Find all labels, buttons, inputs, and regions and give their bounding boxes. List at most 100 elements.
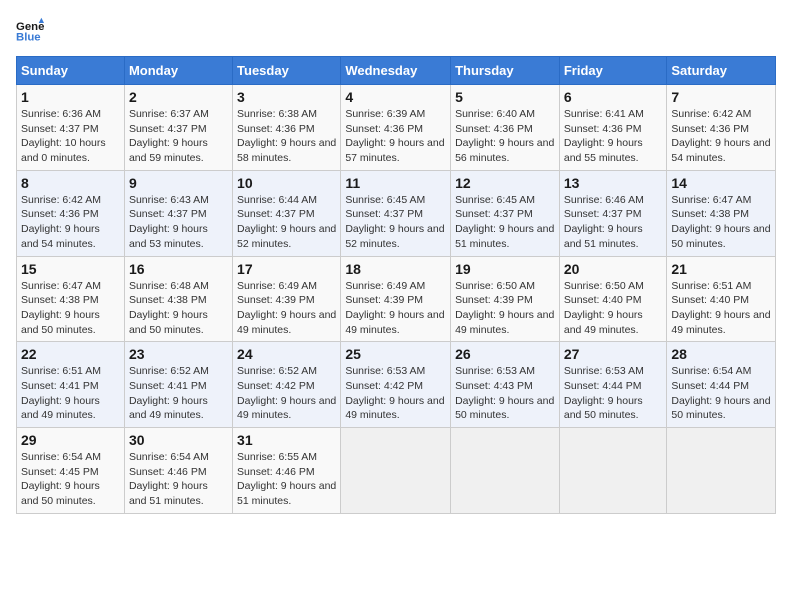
sunrise-label: Sunrise: 6:50 AM — [564, 280, 644, 292]
sunrise-label: Sunrise: 6:49 AM — [345, 280, 425, 292]
day-info: Sunrise: 6:50 AM Sunset: 4:39 PM Dayligh… — [455, 279, 555, 338]
sunrise-label: Sunrise: 6:39 AM — [345, 108, 425, 120]
sunrise-label: Sunrise: 6:55 AM — [237, 451, 317, 463]
daylight-label: Daylight: 9 hours and 56 minutes. — [455, 137, 554, 164]
column-header-thursday: Thursday — [451, 57, 560, 85]
day-info: Sunrise: 6:49 AM Sunset: 4:39 PM Dayligh… — [237, 279, 336, 338]
daylight-label: Daylight: 9 hours and 52 minutes. — [345, 223, 444, 250]
day-number: 1 — [21, 89, 120, 105]
daylight-label: Daylight: 9 hours and 55 minutes. — [564, 137, 643, 164]
sunrise-label: Sunrise: 6:51 AM — [671, 280, 751, 292]
sunset-label: Sunset: 4:42 PM — [345, 380, 423, 392]
day-info: Sunrise: 6:54 AM Sunset: 4:45 PM Dayligh… — [21, 450, 120, 509]
sunrise-label: Sunrise: 6:44 AM — [237, 194, 317, 206]
day-info: Sunrise: 6:54 AM Sunset: 4:44 PM Dayligh… — [671, 364, 771, 423]
daylight-label: Daylight: 9 hours and 49 minutes. — [129, 395, 208, 422]
sunset-label: Sunset: 4:37 PM — [345, 208, 423, 220]
header: General Blue — [16, 16, 776, 44]
sunrise-label: Sunrise: 6:54 AM — [21, 451, 101, 463]
day-info: Sunrise: 6:52 AM Sunset: 4:42 PM Dayligh… — [237, 364, 336, 423]
day-number: 15 — [21, 261, 120, 277]
week-row-1: 1 Sunrise: 6:36 AM Sunset: 4:37 PM Dayli… — [17, 85, 776, 171]
day-number: 22 — [21, 346, 120, 362]
sunset-label: Sunset: 4:43 PM — [455, 380, 533, 392]
day-cell: 31 Sunrise: 6:55 AM Sunset: 4:46 PM Dayl… — [233, 428, 341, 514]
day-number: 26 — [455, 346, 555, 362]
day-info: Sunrise: 6:49 AM Sunset: 4:39 PM Dayligh… — [345, 279, 446, 338]
sunset-label: Sunset: 4:40 PM — [671, 294, 749, 306]
sunset-label: Sunset: 4:37 PM — [129, 208, 207, 220]
day-cell: 13 Sunrise: 6:46 AM Sunset: 4:37 PM Dayl… — [559, 170, 667, 256]
week-row-3: 15 Sunrise: 6:47 AM Sunset: 4:38 PM Dayl… — [17, 256, 776, 342]
day-number: 29 — [21, 432, 120, 448]
day-cell: 21 Sunrise: 6:51 AM Sunset: 4:40 PM Dayl… — [667, 256, 776, 342]
day-info: Sunrise: 6:47 AM Sunset: 4:38 PM Dayligh… — [671, 193, 771, 252]
daylight-label: Daylight: 9 hours and 50 minutes. — [21, 309, 100, 336]
sunset-label: Sunset: 4:36 PM — [237, 123, 315, 135]
column-header-monday: Monday — [124, 57, 232, 85]
sunrise-label: Sunrise: 6:53 AM — [455, 365, 535, 377]
sunrise-label: Sunrise: 6:45 AM — [345, 194, 425, 206]
day-number: 19 — [455, 261, 555, 277]
day-number: 28 — [671, 346, 771, 362]
day-cell: 7 Sunrise: 6:42 AM Sunset: 4:36 PM Dayli… — [667, 85, 776, 171]
daylight-label: Daylight: 9 hours and 51 minutes. — [564, 223, 643, 250]
day-info: Sunrise: 6:48 AM Sunset: 4:38 PM Dayligh… — [129, 279, 228, 338]
day-info: Sunrise: 6:42 AM Sunset: 4:36 PM Dayligh… — [21, 193, 120, 252]
sunset-label: Sunset: 4:44 PM — [671, 380, 749, 392]
day-cell: 8 Sunrise: 6:42 AM Sunset: 4:36 PM Dayli… — [17, 170, 125, 256]
day-info: Sunrise: 6:39 AM Sunset: 4:36 PM Dayligh… — [345, 107, 446, 166]
sunrise-label: Sunrise: 6:47 AM — [21, 280, 101, 292]
day-cell: 24 Sunrise: 6:52 AM Sunset: 4:42 PM Dayl… — [233, 342, 341, 428]
day-info: Sunrise: 6:51 AM Sunset: 4:41 PM Dayligh… — [21, 364, 120, 423]
day-number: 9 — [129, 175, 228, 191]
sunrise-label: Sunrise: 6:46 AM — [564, 194, 644, 206]
daylight-label: Daylight: 9 hours and 49 minutes. — [455, 309, 554, 336]
calendar-body: 1 Sunrise: 6:36 AM Sunset: 4:37 PM Dayli… — [17, 85, 776, 514]
sunrise-label: Sunrise: 6:52 AM — [129, 365, 209, 377]
day-number: 17 — [237, 261, 336, 277]
sunset-label: Sunset: 4:46 PM — [237, 466, 315, 478]
day-number: 4 — [345, 89, 446, 105]
sunset-label: Sunset: 4:36 PM — [21, 208, 99, 220]
daylight-label: Daylight: 9 hours and 54 minutes. — [671, 137, 770, 164]
day-cell: 20 Sunrise: 6:50 AM Sunset: 4:40 PM Dayl… — [559, 256, 667, 342]
sunset-label: Sunset: 4:39 PM — [237, 294, 315, 306]
sunset-label: Sunset: 4:39 PM — [455, 294, 533, 306]
day-cell — [559, 428, 667, 514]
daylight-label: Daylight: 9 hours and 49 minutes. — [671, 309, 770, 336]
day-cell: 30 Sunrise: 6:54 AM Sunset: 4:46 PM Dayl… — [124, 428, 232, 514]
sunset-label: Sunset: 4:38 PM — [129, 294, 207, 306]
sunrise-label: Sunrise: 6:51 AM — [21, 365, 101, 377]
day-info: Sunrise: 6:50 AM Sunset: 4:40 PM Dayligh… — [564, 279, 663, 338]
day-number: 13 — [564, 175, 663, 191]
day-cell: 29 Sunrise: 6:54 AM Sunset: 4:45 PM Dayl… — [17, 428, 125, 514]
week-row-4: 22 Sunrise: 6:51 AM Sunset: 4:41 PM Dayl… — [17, 342, 776, 428]
daylight-label: Daylight: 9 hours and 52 minutes. — [237, 223, 336, 250]
daylight-label: Daylight: 9 hours and 49 minutes. — [564, 309, 643, 336]
sunrise-label: Sunrise: 6:50 AM — [455, 280, 535, 292]
column-header-sunday: Sunday — [17, 57, 125, 85]
day-number: 30 — [129, 432, 228, 448]
sunset-label: Sunset: 4:42 PM — [237, 380, 315, 392]
sunset-label: Sunset: 4:37 PM — [21, 123, 99, 135]
day-cell — [667, 428, 776, 514]
sunset-label: Sunset: 4:46 PM — [129, 466, 207, 478]
day-number: 25 — [345, 346, 446, 362]
sunset-label: Sunset: 4:39 PM — [345, 294, 423, 306]
week-row-2: 8 Sunrise: 6:42 AM Sunset: 4:36 PM Dayli… — [17, 170, 776, 256]
sunset-label: Sunset: 4:37 PM — [129, 123, 207, 135]
day-number: 27 — [564, 346, 663, 362]
daylight-label: Daylight: 9 hours and 51 minutes. — [455, 223, 554, 250]
sunset-label: Sunset: 4:45 PM — [21, 466, 99, 478]
daylight-label: Daylight: 9 hours and 58 minutes. — [237, 137, 336, 164]
day-info: Sunrise: 6:40 AM Sunset: 4:36 PM Dayligh… — [455, 107, 555, 166]
calendar-table: SundayMondayTuesdayWednesdayThursdayFrid… — [16, 56, 776, 514]
day-number: 12 — [455, 175, 555, 191]
sunrise-label: Sunrise: 6:54 AM — [671, 365, 751, 377]
sunset-label: Sunset: 4:41 PM — [21, 380, 99, 392]
sunrise-label: Sunrise: 6:43 AM — [129, 194, 209, 206]
sunrise-label: Sunrise: 6:37 AM — [129, 108, 209, 120]
day-cell: 4 Sunrise: 6:39 AM Sunset: 4:36 PM Dayli… — [341, 85, 451, 171]
day-cell — [451, 428, 560, 514]
